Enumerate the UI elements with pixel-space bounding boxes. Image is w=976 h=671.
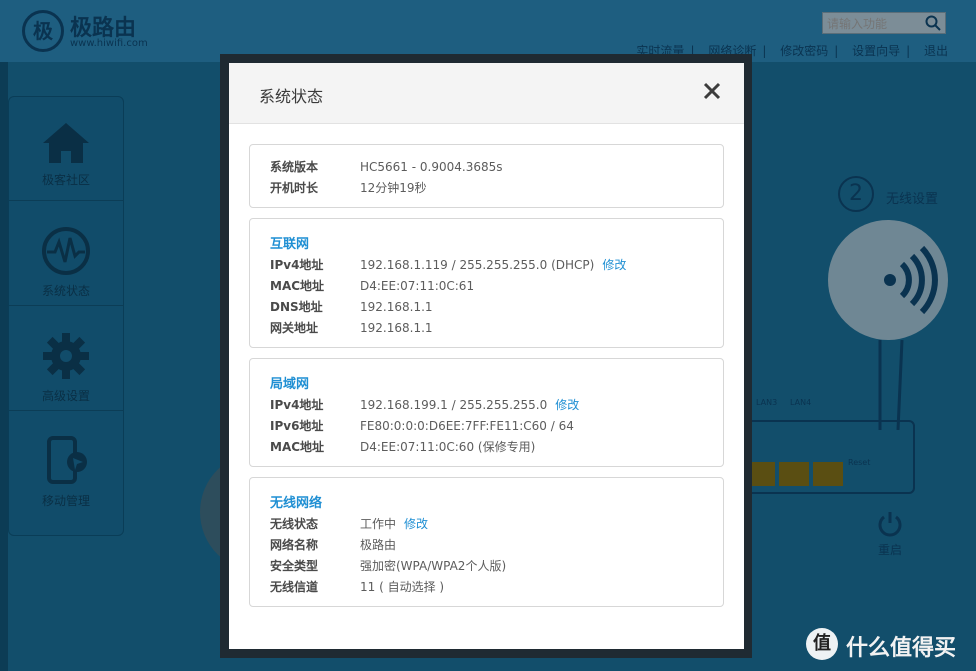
info-value: 192.168.1.119 / 255.255.255.0 (DHCP) (360, 258, 595, 272)
search-input[interactable] (823, 14, 919, 34)
internet-title: 互联网 (270, 237, 310, 252)
info-value: 192.168.1.1 (360, 321, 433, 335)
info-row: 系统版本 HC5661 - 0.9004.3685s (270, 158, 503, 175)
wireless-title: 无线网络 (270, 496, 323, 511)
info-key: 网络名称 (270, 538, 319, 552)
info-key: 安全类型 (270, 559, 319, 573)
lan-port (813, 462, 843, 486)
sidebar-item-label: 极客社区 (41, 173, 90, 187)
lan3-label: LAN3 (756, 398, 778, 407)
system-status-dialog: 系统状态 系统版本 HC5661 - 0.9004.3685s 开机时长 12分钟1… (229, 63, 744, 649)
nav-wizard-link[interactable]: 设置向导 (852, 44, 900, 58)
lan-title: 局域网 (270, 377, 310, 392)
lan-port (779, 462, 809, 486)
sidebar-item-status[interactable]: 系统状态 (9, 202, 123, 306)
nav-separator: | (906, 44, 911, 58)
sidebar-item-mobile[interactable]: 移动管理 (9, 412, 123, 516)
nav-separator: | (834, 44, 839, 58)
edit-wireless-link[interactable]: 修改 (404, 517, 428, 531)
info-key: MAC地址 (270, 279, 325, 293)
info-value: 极路由 (360, 538, 397, 552)
mobile-icon (47, 436, 87, 484)
sidebar-item-label: 系统状态 (41, 284, 90, 298)
info-key: 无线状态 (270, 517, 319, 531)
info-key: 无线信道 (270, 580, 319, 594)
info-key: IPv4地址 (270, 398, 324, 412)
wifi-settings-button[interactable] (828, 220, 948, 340)
nav-logout-link[interactable]: 退出 (924, 44, 948, 58)
info-row: 安全类型 强加密(WPA/WPA2个人版) (270, 557, 506, 574)
info-key: MAC地址 (270, 440, 325, 454)
info-value: 192.168.1.1 (360, 300, 433, 314)
dialog-header: 系统状态 (229, 63, 744, 124)
reset-label: Reset (848, 458, 871, 467)
step-label[interactable]: 无线设置 (886, 188, 938, 207)
sidebar-item-advanced[interactable]: 高级设置 (9, 307, 123, 411)
info-value: 强加密(WPA/WPA2个人版) (360, 559, 507, 573)
power-icon (878, 512, 902, 537)
info-row: IPv6地址 FE80:0:0:0:D6EE:7FF:FE11:C60 / 64 (270, 417, 574, 434)
info-key: 开机时长 (270, 181, 319, 195)
sidebar-item-label: 移动管理 (41, 494, 90, 508)
info-value: 工作中 (360, 517, 397, 531)
info-key: 系统版本 (270, 160, 319, 174)
edit-lan-link[interactable]: 修改 (555, 398, 579, 412)
info-row: DNS地址 192.168.1.1 (270, 298, 433, 315)
home-icon (43, 123, 89, 163)
nav-separator: | (762, 44, 767, 58)
edit-ipv4-link[interactable]: 修改 (602, 258, 626, 272)
close-icon[interactable] (702, 81, 722, 101)
info-row: MAC地址 D4:EE:07:11:0C:60 (保修专用) (270, 438, 535, 455)
info-key: IPv4地址 (270, 258, 324, 272)
info-row: 无线状态 工作中 修改 (270, 515, 428, 532)
info-key: 网关地址 (270, 321, 319, 335)
system-info-card: 系统版本 HC5661 - 0.9004.3685s 开机时长 12分钟19秒 (249, 144, 724, 208)
info-value: HC5661 - 0.9004.3685s (360, 160, 503, 174)
nav-password-link[interactable]: 修改密码 (780, 44, 828, 58)
info-row: 网络名称 极路由 (270, 536, 396, 553)
gear-icon (43, 333, 89, 379)
info-value: D4:EE:07:11:0C:60 (保修专用) (360, 440, 536, 454)
info-value: 11 ( 自动选择 ) (360, 580, 445, 594)
wireless-card: 无线网络 无线状态 工作中 修改 网络名称 极路由 安全类型 强加密(WPA/WPA2个… (249, 477, 724, 607)
search-box[interactable] (822, 12, 946, 34)
wifi-icon (884, 245, 938, 315)
pulse-icon (42, 227, 90, 275)
info-value: 12分钟19秒 (360, 181, 427, 195)
info-key: DNS地址 (270, 300, 323, 314)
step-number: 2 (838, 176, 874, 212)
logo-icon: 极 (22, 10, 64, 52)
watermark-text: 什么值得买 (846, 636, 957, 661)
search-icon[interactable] (925, 15, 941, 31)
info-value: FE80:0:0:0:D6EE:7FF:FE11:C60 / 64 (360, 419, 574, 433)
info-row: IPv4地址 192.168.199.1 / 255.255.255.0 修改 (270, 396, 579, 413)
info-row: IPv4地址 192.168.1.119 / 255.255.255.0 (DHC… (270, 256, 626, 273)
sidebar: 极客社区 系统状态 高级设置 移动管理 (8, 96, 124, 536)
internet-card: 互联网 IPv4地址 192.168.1.119 / 255.255.255.0 … (249, 218, 724, 348)
info-row: MAC地址 D4:EE:07:11:0C:61 (270, 277, 474, 294)
info-row: 无线信道 11 ( 自动选择 ) (270, 578, 444, 595)
info-value: 192.168.199.1 / 255.255.255.0 (360, 398, 548, 412)
brand-url: www.hiwifi.com (70, 38, 148, 49)
info-row: 开机时长 12分钟19秒 (270, 179, 427, 196)
sidebar-item-label: 高级设置 (41, 389, 90, 403)
lan4-label: LAN4 (790, 398, 812, 407)
watermark-logo: 值 (806, 628, 838, 660)
dialog-title: 系统状态 (259, 87, 324, 106)
info-row: 网关地址 192.168.1.1 (270, 319, 433, 336)
sidebar-item-community[interactable]: 极客社区 (9, 97, 123, 201)
info-value: D4:EE:07:11:0C:61 (360, 279, 475, 293)
lan-card: 局域网 IPv4地址 192.168.199.1 / 255.255.255.0 修… (249, 358, 724, 467)
restart-button[interactable]: 重启 (872, 510, 908, 558)
info-key: IPv6地址 (270, 419, 324, 433)
antenna-icon (878, 340, 904, 430)
restart-label: 重启 (877, 543, 902, 557)
